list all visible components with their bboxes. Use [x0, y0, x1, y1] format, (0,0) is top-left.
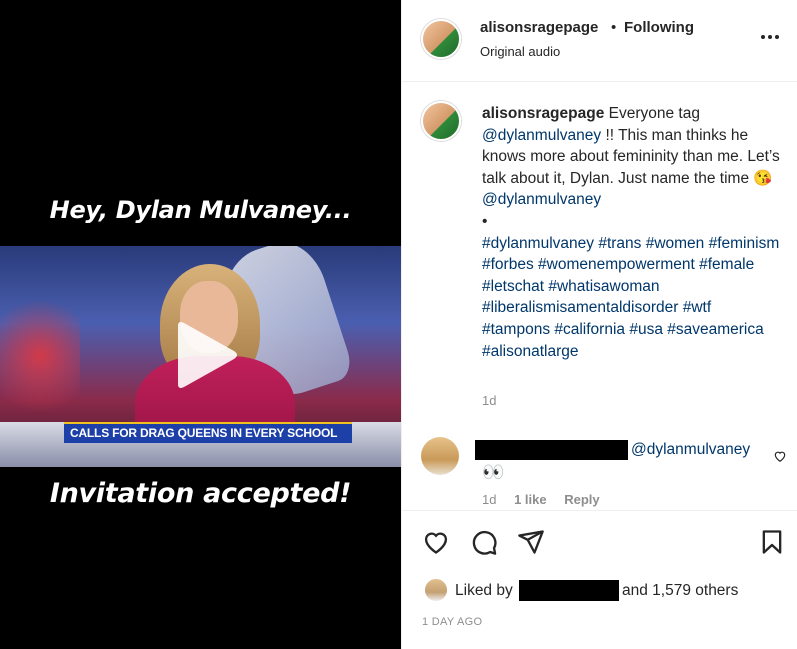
- commenter-avatar[interactable]: [421, 437, 459, 475]
- caption-hashtags[interactable]: #dylanmulvaney #trans #women #feminism #…: [482, 235, 779, 360]
- like-heart-icon[interactable]: [422, 528, 450, 556]
- comment-text: 👀: [482, 462, 505, 482]
- redacted-liker-name: [519, 580, 619, 601]
- audio-label[interactable]: Original audio: [480, 44, 560, 59]
- likes-count[interactable]: and 1,579 others: [622, 582, 738, 600]
- caption-avatar[interactable]: [421, 101, 461, 141]
- video-caption-top: Hey, Dylan Mulvaney...: [49, 196, 352, 224]
- save-bookmark-icon[interactable]: [758, 528, 786, 556]
- share-icon[interactable]: [517, 528, 545, 556]
- comment-likes[interactable]: 1 like: [514, 492, 547, 507]
- comment-time: 1d: [482, 492, 497, 507]
- caption-bullet: •: [482, 212, 488, 230]
- actions-divider: [402, 510, 797, 511]
- liker-avatar[interactable]: [424, 578, 448, 602]
- likes-suffix[interactable]: and 1,579 others: [622, 582, 738, 599]
- redacted-commenter-name: [475, 440, 628, 460]
- likes-prefix: Liked by: [455, 582, 513, 599]
- likes-summary: Liked by: [455, 582, 513, 600]
- caption-mention-1[interactable]: @dylanmulvaney: [482, 127, 601, 144]
- comment-mention[interactable]: @dylanmulvaney: [631, 441, 750, 459]
- comment-like-icon[interactable]: [773, 449, 787, 463]
- caption-mention-2[interactable]: @dylanmulvaney: [482, 191, 601, 208]
- author-avatar[interactable]: [421, 19, 461, 59]
- play-icon[interactable]: [164, 318, 240, 392]
- caption-text-1: Everyone tag: [608, 105, 700, 122]
- caption-username[interactable]: alisonsragepage: [482, 105, 604, 122]
- comment-meta: 1d 1 like Reply: [482, 492, 600, 507]
- more-options-icon[interactable]: [759, 27, 781, 47]
- author-username[interactable]: alisonsragepage: [480, 19, 598, 36]
- lower-third-text: CALLS FOR DRAG QUEENS IN EVERY SCHOOL: [70, 426, 338, 440]
- post-details: alisonsragepage • Following Original aud…: [401, 0, 797, 649]
- caption-time: 1d: [482, 393, 497, 408]
- post-date: 1 DAY AGO: [422, 616, 483, 628]
- video-caption-bottom: Invitation accepted!: [49, 478, 352, 509]
- post-caption: alisonsragepage Everyone tag @dylanmulva…: [482, 103, 782, 362]
- following-button[interactable]: Following: [624, 19, 694, 36]
- comment-icon[interactable]: [470, 528, 498, 556]
- header-separator: •: [611, 19, 617, 36]
- video-player[interactable]: Hey, Dylan Mulvaney... CALLS FOR DRAG QU…: [0, 0, 401, 649]
- studio-light: [0, 286, 80, 426]
- post-header: alisonsragepage • Following Original aud…: [402, 0, 797, 82]
- post-viewer: Hey, Dylan Mulvaney... CALLS FOR DRAG QU…: [0, 0, 797, 649]
- kiss-emoji: 😘: [753, 169, 773, 187]
- comment-reply[interactable]: Reply: [564, 492, 599, 507]
- news-lower-third: CALLS FOR DRAG QUEENS IN EVERY SCHOOL: [64, 422, 352, 443]
